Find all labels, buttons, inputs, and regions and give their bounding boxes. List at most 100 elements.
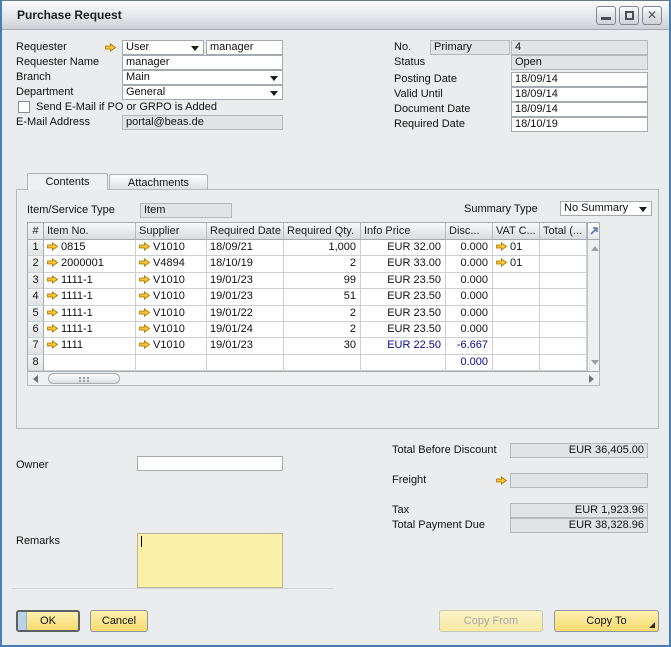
link-arrow-icon[interactable] — [139, 242, 150, 251]
document-date-input[interactable]: 18/09/14 — [511, 102, 648, 117]
close-button[interactable]: ✕ — [642, 6, 662, 25]
cell-date[interactable]: 19/01/23 — [207, 338, 284, 354]
scroll-down-icon[interactable] — [591, 360, 599, 365]
cell-total[interactable] — [540, 289, 587, 305]
ok-button[interactable]: OK — [16, 610, 80, 632]
cell-vat[interactable] — [493, 355, 540, 371]
cell-total[interactable] — [540, 240, 587, 256]
cell-qty[interactable]: 99 — [284, 273, 361, 289]
column-header[interactable]: Required Qty. — [284, 223, 361, 239]
cell-vat[interactable]: 01 — [493, 256, 540, 272]
horizontal-scrollbar[interactable] — [27, 372, 600, 386]
cell-n[interactable]: 1 — [28, 240, 44, 256]
minimize-button[interactable] — [596, 6, 616, 25]
owner-input[interactable] — [137, 456, 283, 471]
cell-price[interactable] — [361, 355, 446, 371]
cell-date[interactable] — [207, 355, 284, 371]
cell-sup[interactable] — [136, 355, 207, 371]
column-header[interactable]: Item No. — [44, 223, 136, 239]
tab-contents[interactable]: Contents — [27, 173, 108, 190]
vertical-scrollbar[interactable] — [587, 240, 599, 371]
cell-n[interactable]: 8 — [28, 355, 44, 371]
link-arrow-icon[interactable] — [47, 291, 58, 300]
cell-qty[interactable]: 51 — [284, 289, 361, 305]
cell-vat[interactable] — [493, 289, 540, 305]
cell-n[interactable]: 3 — [28, 273, 44, 289]
requester-input[interactable]: manager — [206, 40, 283, 55]
cell-date[interactable]: 19/01/24 — [207, 322, 284, 338]
cell-price[interactable]: EUR 33.00 — [361, 256, 446, 272]
cell-vat[interactable]: 01 — [493, 240, 540, 256]
cell-item[interactable]: 1111-1 — [44, 289, 136, 305]
cell-n[interactable]: 6 — [28, 322, 44, 338]
cell-disc[interactable]: 0.000 — [446, 289, 493, 305]
cell-n[interactable]: 7 — [28, 338, 44, 354]
column-header[interactable]: VAT C... — [493, 223, 540, 239]
cell-item[interactable] — [44, 355, 136, 371]
remarks-textarea[interactable] — [137, 533, 283, 588]
link-arrow-icon[interactable] — [496, 476, 507, 485]
requester-name-input[interactable]: manager — [122, 55, 283, 70]
cell-price[interactable]: EUR 32.00 — [361, 240, 446, 256]
link-arrow-icon[interactable] — [139, 258, 150, 267]
copy-to-button[interactable]: Copy To — [554, 610, 659, 632]
cell-sup[interactable]: V1010 — [136, 240, 207, 256]
cell-date[interactable]: 19/01/22 — [207, 306, 284, 322]
cell-price[interactable]: EUR 22.50 — [361, 338, 446, 354]
cell-date[interactable]: 18/10/19 — [207, 256, 284, 272]
link-arrow-icon[interactable] — [105, 43, 116, 52]
scroll-up-icon[interactable] — [591, 246, 599, 251]
link-arrow-icon[interactable] — [47, 308, 58, 317]
summary-type-dropdown[interactable]: No Summary — [560, 201, 652, 216]
link-arrow-icon[interactable] — [47, 275, 58, 284]
cell-sup[interactable]: V1010 — [136, 289, 207, 305]
title-bar[interactable]: Purchase Request ✕ — [0, 0, 671, 30]
posting-date-input[interactable]: 18/09/14 — [511, 72, 648, 87]
link-arrow-icon[interactable] — [139, 291, 150, 300]
link-arrow-icon[interactable] — [139, 275, 150, 284]
cell-sup[interactable]: V4894 — [136, 256, 207, 272]
link-arrow-icon[interactable] — [47, 340, 58, 349]
scrollbar-thumb[interactable] — [48, 373, 120, 384]
cell-date[interactable]: 19/01/23 — [207, 289, 284, 305]
cell-disc[interactable]: 0.000 — [446, 355, 493, 371]
cell-qty[interactable]: 2 — [284, 322, 361, 338]
cell-sup[interactable]: V1010 — [136, 322, 207, 338]
cell-qty[interactable]: 2 — [284, 256, 361, 272]
branch-dropdown[interactable]: Main — [122, 70, 283, 85]
link-arrow-icon[interactable] — [47, 324, 58, 333]
cell-date[interactable]: 18/09/21 — [207, 240, 284, 256]
cell-disc[interactable]: 0.000 — [446, 256, 493, 272]
column-header[interactable]: Total (... — [540, 223, 587, 239]
cell-price[interactable]: EUR 23.50 — [361, 289, 446, 305]
link-arrow-icon[interactable] — [139, 308, 150, 317]
cell-item[interactable]: 1111 — [44, 338, 136, 354]
cell-n[interactable]: 5 — [28, 306, 44, 322]
link-arrow-icon[interactable] — [139, 340, 150, 349]
cell-price[interactable]: EUR 23.50 — [361, 306, 446, 322]
cell-n[interactable]: 2 — [28, 256, 44, 272]
column-header[interactable]: # — [28, 223, 44, 239]
cell-qty[interactable]: 2 — [284, 306, 361, 322]
tab-attachments[interactable]: Attachments — [109, 174, 208, 190]
cell-n[interactable]: 4 — [28, 289, 44, 305]
cell-sup[interactable]: V1010 — [136, 273, 207, 289]
column-header[interactable]: Info Price — [361, 223, 446, 239]
link-arrow-icon[interactable] — [496, 258, 507, 267]
link-arrow-icon[interactable] — [47, 258, 58, 267]
link-arrow-icon[interactable] — [47, 242, 58, 251]
cancel-button[interactable]: Cancel — [90, 610, 148, 632]
cell-item[interactable]: 2000001 — [44, 256, 136, 272]
department-dropdown[interactable]: General — [122, 85, 283, 100]
cell-total[interactable] — [540, 273, 587, 289]
cell-sup[interactable]: V1010 — [136, 306, 207, 322]
column-header[interactable]: Disc... — [446, 223, 493, 239]
copy-from-button[interactable]: Copy From — [439, 610, 543, 632]
cell-qty[interactable] — [284, 355, 361, 371]
link-arrow-icon[interactable] — [496, 242, 507, 251]
valid-until-input[interactable]: 18/09/14 — [511, 87, 648, 102]
cell-sup[interactable]: V1010 — [136, 338, 207, 354]
cell-total[interactable] — [540, 322, 587, 338]
cell-price[interactable]: EUR 23.50 — [361, 273, 446, 289]
cell-disc[interactable]: 0.000 — [446, 273, 493, 289]
